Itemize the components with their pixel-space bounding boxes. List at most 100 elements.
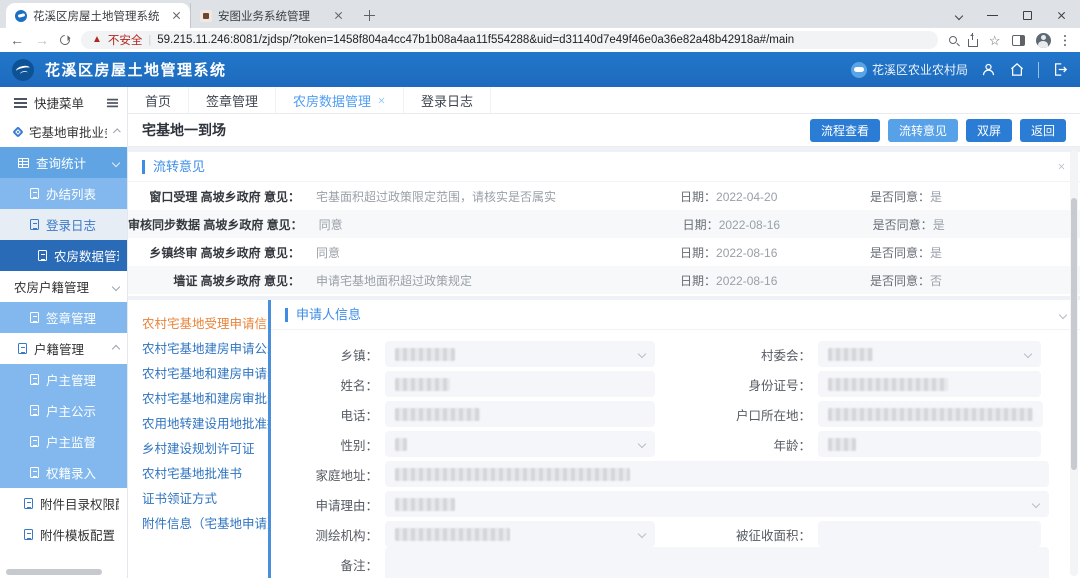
flow-opinions-header: 流转意见	[128, 152, 1080, 182]
sidebar-item-zhaijidi-approval[interactable]: 宅基地审批业务	[0, 116, 127, 147]
home-icon[interactable]	[1009, 62, 1025, 77]
split-view-icon[interactable]	[1012, 35, 1025, 46]
browser-toolbar: ← → ▲ 不安全 | 59.215.11.246:8081/zjdsp/?to…	[0, 28, 1080, 52]
sidebar-item-quick-menu[interactable]: 快捷菜单	[0, 89, 127, 116]
form-nav-item-approval-form[interactable]: 农村宅基地和建房审批表	[128, 385, 268, 410]
village-select[interactable]	[818, 341, 1041, 367]
redacted-value	[828, 408, 1033, 421]
main-content: 首页 签章管理 农房数据管理 登录日志 宅基地一到场 流程查看 流转意见 双屏 …	[128, 87, 1080, 578]
chevron-down-icon	[638, 350, 646, 358]
field-label: 家庭地址：	[271, 465, 385, 484]
expropriated-area-field[interactable]	[818, 521, 1041, 547]
chevron-down-icon	[1032, 500, 1040, 508]
close-window-button[interactable]	[1057, 11, 1066, 20]
back-icon[interactable]: ←	[10, 33, 24, 47]
vertical-scrollbar[interactable]	[1070, 150, 1078, 576]
org-badge[interactable]: 花溪区农业农村局	[851, 61, 968, 78]
tab-home[interactable]: 首页	[128, 87, 189, 113]
sidebar-item-rights-entry[interactable]: 权籍录入	[0, 457, 127, 488]
tab-signature-mgmt[interactable]: 签章管理	[189, 87, 276, 113]
form-nav-list: 农村宅基地受理申请信息 农村宅基地建房申请公示 农村宅基地和建房申请表 农村宅基…	[128, 300, 271, 578]
browser-tab-active[interactable]: 花溪区房屋土地管理系统	[6, 3, 190, 28]
age-field[interactable]	[818, 431, 1041, 457]
bookmark-star-icon[interactable]: ☆	[989, 34, 1001, 47]
chevron-down-icon	[638, 530, 646, 538]
redacted-value	[395, 378, 450, 391]
address-bar[interactable]: ▲ 不安全 | 59.215.11.246:8081/zjdsp/?token=…	[81, 31, 938, 49]
flow-opinions-panel: 流转意见 窗口受理 高坡乡政府 意见： 宅基面积超过政策限定范围，请核实是否属实…	[128, 152, 1080, 296]
form-nav-item-approval-certificate[interactable]: 农村宅基地批准书	[128, 460, 268, 485]
field-label: 性别：	[271, 435, 385, 454]
tab-close-icon-2[interactable]	[334, 11, 343, 20]
phone-field[interactable]	[385, 401, 655, 427]
collapse-section-icon[interactable]	[1059, 310, 1067, 318]
sidebar-item-attachment-template[interactable]: 附件模板配置	[0, 519, 127, 550]
survey-agency-select[interactable]	[385, 521, 655, 547]
refresh-icon[interactable]	[58, 33, 72, 47]
minimize-button[interactable]	[987, 15, 998, 17]
collapse-menu-icon[interactable]	[107, 98, 118, 107]
sidebar-item-farmhouse-household[interactable]: 农房户籍管理	[0, 271, 127, 302]
sidebar-item-completed-list[interactable]: 办结列表	[0, 178, 127, 209]
app-title: 花溪区房屋土地管理系统	[45, 59, 227, 80]
vertical-scrollbar-thumb[interactable]	[1071, 198, 1077, 470]
tab-login-log[interactable]: 登录日志	[404, 87, 491, 113]
form-nav-item-attachment-info[interactable]: 附件信息（宅基地申请）	[128, 510, 268, 535]
registered-address-field[interactable]	[818, 401, 1043, 427]
form-nav-item-application-form[interactable]: 农村宅基地和建房申请表	[128, 360, 268, 385]
sidebar-item-owner-publicity[interactable]: 户主公示	[0, 395, 127, 426]
name-field[interactable]	[385, 371, 655, 397]
township-select[interactable]	[385, 341, 655, 367]
sidebar-item-household-mgmt[interactable]: 户籍管理	[0, 333, 127, 364]
sidebar-item-farmhouse-data[interactable]: 农房数据管理	[0, 240, 127, 271]
home-address-field[interactable]	[385, 461, 1049, 487]
app-header: 花溪区房屋土地管理系统 花溪区农业农村局	[0, 52, 1080, 87]
field-label: 乡镇：	[271, 345, 385, 364]
document-icon	[30, 436, 39, 447]
site-favicon-2	[200, 10, 212, 22]
share-icon[interactable]	[968, 39, 978, 47]
forward-icon[interactable]: →	[35, 33, 49, 47]
dual-screen-button[interactable]: 双屏	[966, 119, 1012, 142]
form-nav-item-planning-permit[interactable]: 乡村建设规划许可证	[128, 435, 268, 460]
flow-opinion-button[interactable]: 流转意见	[888, 119, 958, 142]
sidebar-item-login-log[interactable]: 登录日志	[0, 209, 127, 240]
sidebar-item-owner-mgmt[interactable]: 户主管理	[0, 364, 127, 395]
tab-farmhouse-data[interactable]: 农房数据管理	[276, 87, 404, 113]
browser-profile-avatar[interactable]	[1036, 33, 1051, 48]
zoom-icon[interactable]	[949, 36, 957, 44]
close-panel-icon[interactable]	[1058, 163, 1065, 170]
maximize-button[interactable]	[1023, 11, 1032, 20]
id-number-field[interactable]	[818, 371, 1041, 397]
document-icon	[30, 219, 39, 230]
form-nav-item-building-publicity[interactable]: 农村宅基地建房申请公示	[128, 335, 268, 360]
remark-textarea[interactable]	[385, 547, 1049, 578]
application-reason-select[interactable]	[385, 491, 1049, 517]
tab-close-icon[interactable]	[378, 96, 385, 103]
browser-tab-inactive[interactable]: 安图业务系统管理	[190, 3, 352, 28]
form-nav-item-land-conversion-report[interactable]: 农用地转建设用地批准报告	[128, 410, 268, 435]
process-view-button[interactable]: 流程查看	[810, 119, 880, 142]
user-icon[interactable]	[981, 62, 996, 77]
browser-menu-icon[interactable]	[1064, 35, 1067, 38]
page-header: 宅基地一到场 流程查看 流转意见 双屏 返回	[128, 114, 1080, 147]
window-controls	[956, 11, 1080, 28]
sidebar-item-signature-mgmt[interactable]: 签章管理	[0, 302, 127, 333]
header-divider	[1038, 62, 1039, 78]
sidebar-item-owner-supervision[interactable]: 户主监督	[0, 426, 127, 457]
form-nav-item-certificate-method[interactable]: 证书领证方式	[128, 485, 268, 510]
new-tab-button[interactable]	[364, 10, 375, 21]
org-name: 花溪区农业农村局	[872, 61, 968, 78]
sidebar-item-query-stats[interactable]: 查询统计	[0, 147, 127, 178]
return-button[interactable]: 返回	[1020, 119, 1066, 142]
logout-icon[interactable]	[1052, 62, 1068, 77]
form-nav-item-acceptance-info[interactable]: 农村宅基地受理申请信息	[128, 310, 268, 335]
diamond-icon	[12, 126, 23, 137]
document-icon	[30, 188, 39, 199]
gender-select[interactable]	[385, 431, 655, 457]
tab-search-icon[interactable]	[955, 11, 963, 19]
redacted-value	[395, 468, 630, 481]
tab-close-icon[interactable]	[172, 11, 181, 20]
horizontal-scrollbar-thumb[interactable]	[6, 569, 102, 575]
sidebar-item-attachment-permission[interactable]: 附件目录权限配置	[0, 488, 127, 519]
